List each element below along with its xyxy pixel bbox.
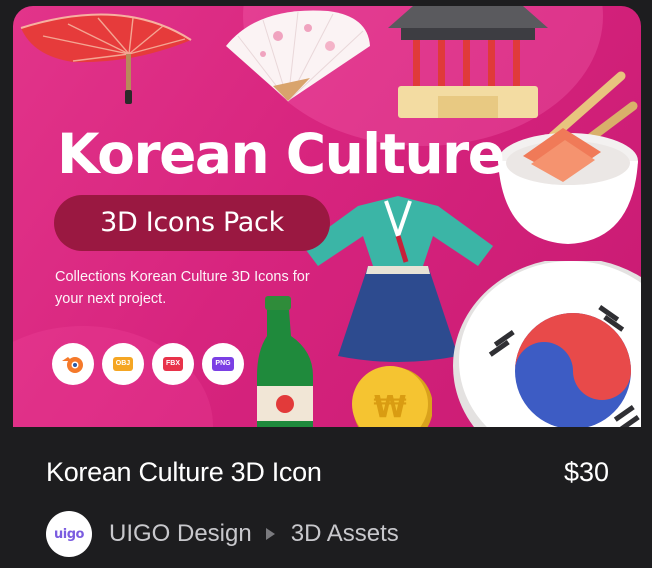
category-link[interactable]: 3D Assets <box>291 520 399 548</box>
product-price: $30 <box>563 457 609 487</box>
product-card[interactable]: ₩ Korean Culture 3D Icons Pack Collectio… <box>13 6 641 568</box>
paper-umbrella-icon <box>20 13 192 104</box>
fbx-label: FBX <box>163 357 183 371</box>
product-info: Korean Culture 3D Icon $30 uigo UIGO Des… <box>13 427 641 568</box>
png-file-icon: PNG <box>202 343 244 385</box>
coin-symbol: ₩ <box>373 390 406 425</box>
png-label: PNG <box>212 357 234 371</box>
product-title-link[interactable]: Korean Culture 3D Icon <box>46 457 322 488</box>
fbx-file-icon: FBX <box>152 343 194 385</box>
author-link[interactable]: UIGO Design <box>109 520 252 548</box>
soju-bottle-icon <box>257 296 313 427</box>
korean-flag-plate-icon <box>453 261 641 427</box>
format-badges: OBJ FBX PNG <box>52 343 244 385</box>
blender-icon <box>52 343 94 385</box>
folding-fan-icon <box>226 10 370 102</box>
product-preview-image[interactable]: ₩ Korean Culture 3D Icons Pack Collectio… <box>13 6 641 427</box>
won-coin-icon: ₩ <box>352 366 432 427</box>
hero-description: Collections Korean Culture 3D Icons for … <box>55 269 310 307</box>
product-meta: uigo UIGO Design 3D Assets <box>46 511 399 557</box>
author-avatar[interactable]: uigo <box>46 511 92 557</box>
hero-title: Korean Culture <box>57 122 505 186</box>
avatar-logo-text: uigo <box>54 526 84 542</box>
obj-file-icon: OBJ <box>102 343 144 385</box>
chevron-right-icon <box>265 528 275 540</box>
food-bowl-icon <box>498 71 638 244</box>
hero-pill-label: 3D Icons Pack <box>54 195 330 251</box>
obj-label: OBJ <box>112 357 134 371</box>
